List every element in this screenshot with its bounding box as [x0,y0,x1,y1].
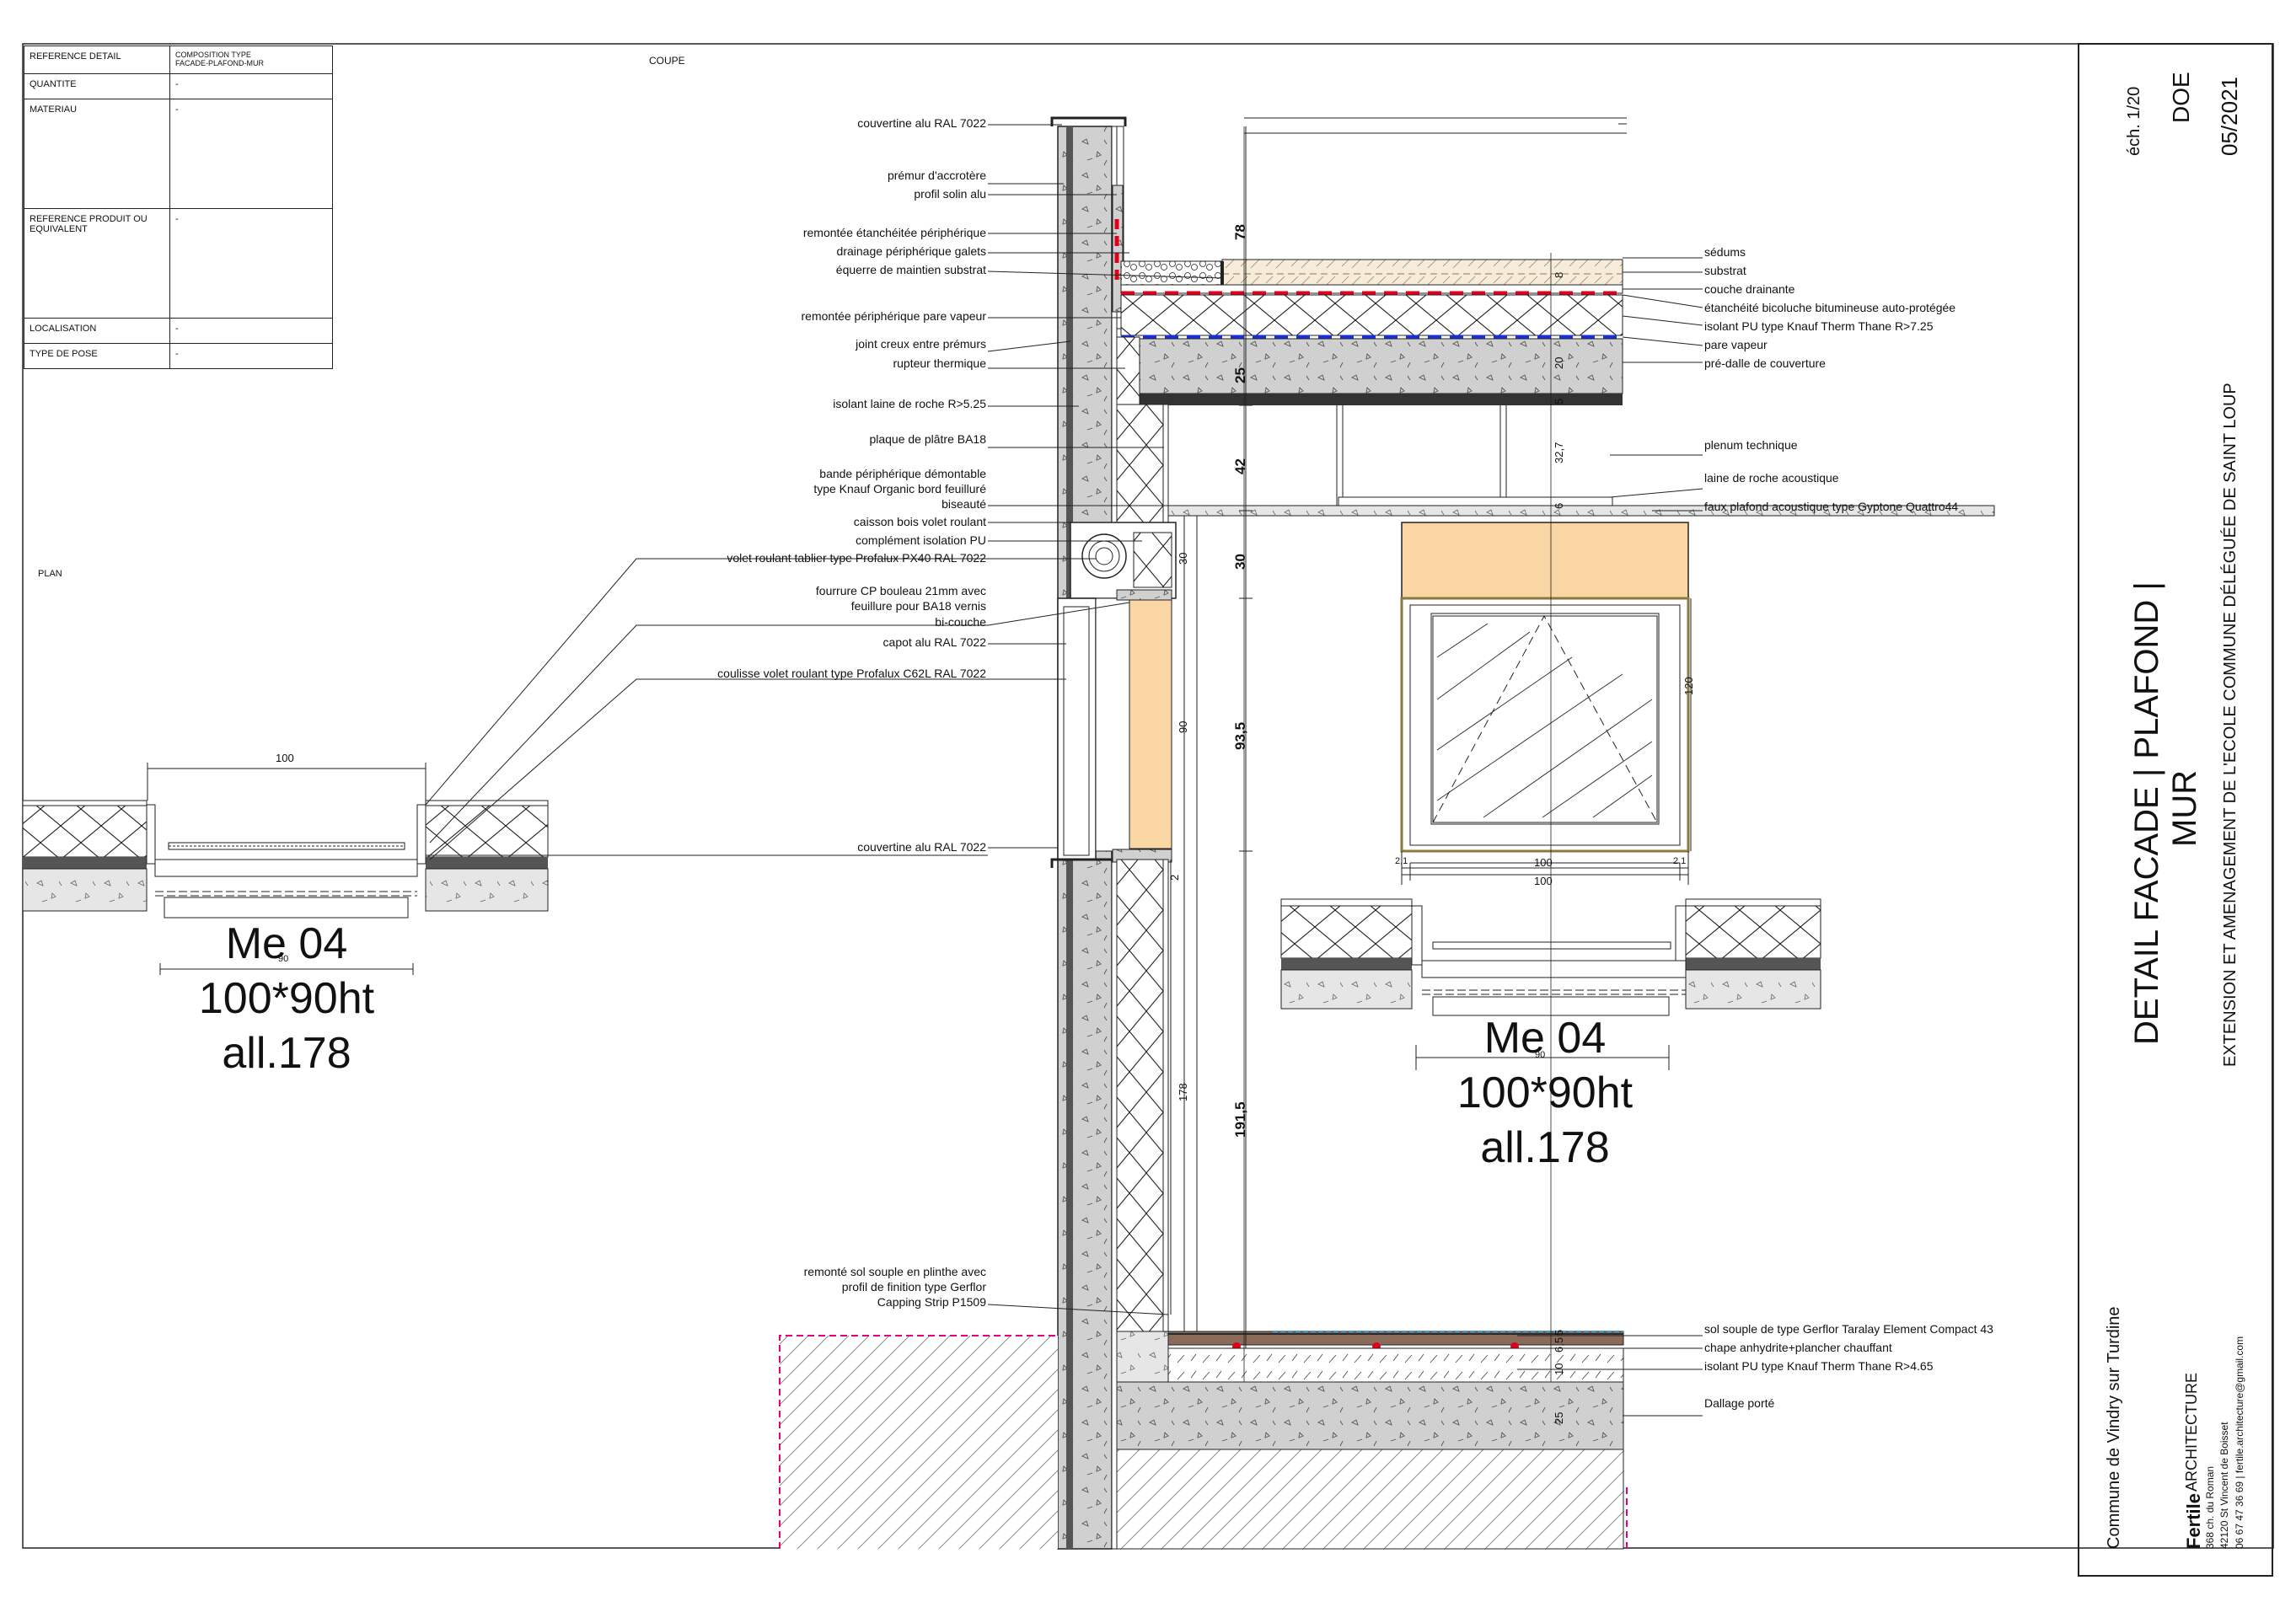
label-pare-vapeur: pare vapeur [1704,338,1768,351]
label-profil-solin: profil solin alu [914,187,986,201]
label-remontee-etancheite: remontée étanchéitée périphérique [802,226,986,239]
dim-elev-2-1a: 2,1 [1395,856,1408,866]
label-plaque-platre: plaque de plâtre BA18 [869,432,986,446]
label-coulisse-volet: coulisse volet roulant type Profalux C62… [717,667,986,680]
cartouche-date: 05/2021 [2217,77,2242,156]
cartouche-client: Commune de Vindry sur Turdine [2105,1306,2123,1549]
cartouche-scale: éch. 1/20 [2125,86,2143,156]
label-complement-pu: complément isolation PU [856,533,986,547]
label-fourrure-bicouche: bi-couche [935,615,986,629]
window-alt: all.178 [1480,1123,1610,1172]
plan-label: PLAN [38,569,62,579]
cartouche-firm-addr2: 42120 St Vincent de Boisset [2218,1422,2230,1549]
cartouche-project: EXTENSION ET AMENAGEMENT DE L'ECOLE COMM… [2221,383,2240,1067]
window-mark-left: Me 04 100*90ht all.178 [160,917,413,1081]
label-fourrure-cp: fourrure CP bouleau 21mm avec [815,584,986,597]
cartouche-firm-contact: 06 67 47 36 69 | fertile.architecture@gm… [2234,1336,2245,1549]
label-etancheite: étanchéité bicoluche bitumineuse auto-pr… [1704,301,1956,314]
label-couche-drainante: couche drainante [1704,282,1795,296]
dim-6: 6 [1553,502,1565,509]
label-dallage: Dallage porté [1704,1396,1775,1410]
dim-elev-100a: 100 [1534,856,1553,869]
label-rupteur: rupteur thermique [893,356,986,370]
window-elevation [1400,522,1692,885]
dim-5: 5 [1553,398,1565,404]
dim-8: 8 [1553,271,1565,278]
dim-42: 42 [1232,458,1248,474]
dim-93-5: 93,5 [1232,721,1248,750]
window-size: 100*90ht [1456,1069,1633,1117]
dim-78: 78 [1232,224,1248,240]
cartouche-phase: DOE [2168,72,2194,123]
dim-25: 25 [1232,367,1248,383]
dim-32-7: 32,7 [1553,442,1565,463]
label-laine-acoustique: laine de roche acoustique [1704,471,1839,485]
window-mark-right: Me 04 100*90ht all.178 [1419,1011,1671,1176]
label-equerre-substrat: équerre de maintien substrat [835,263,986,276]
label-bande-peripherique: bande périphérique démontable [819,467,986,480]
window-ref: Me 04 [225,919,348,968]
label-isolant-laine: isolant laine de roche R>5.25 [833,397,986,410]
label-drainage-galets: drainage périphérique galets [836,244,986,258]
label-substrat: substrat [1704,264,1746,277]
label-faux-plafond: faux plafond acoustique type Gyptone Qua… [1704,500,1959,513]
cartouche-title-1: DETAIL FACADE | PLAFOND | [2128,581,2165,1045]
label-joint-creux: joint creux entre prémurs [856,337,986,351]
dim-6-5: 6,5 [1553,1336,1565,1352]
dim-90-small: 90 [1177,720,1189,733]
label-isolant-pu-floor: isolant PU type Knauf Therm Thane R>4.65 [1704,1359,1934,1373]
cartouche-title-2: MUR [2166,769,2203,847]
dim-elev-100b: 100 [1534,875,1553,887]
label-bande-knauf: type Knauf Organic bord feuilluré [813,482,986,495]
label-profil-gerflor: profil de finition type Gerflor [841,1280,986,1294]
coupe-label: COUPE [649,55,685,67]
label-caisson-bois: caisson bois volet roulant [853,515,986,528]
label-premur: prémur d'accrotère [887,169,986,182]
dim-120: 120 [1682,677,1695,695]
label-sedums: sédums [1704,245,1746,259]
window-size: 100*90ht [198,974,375,1023]
label-capping-strip: Capping Strip P1509 [877,1295,986,1309]
dim-20: 20 [1553,356,1565,369]
section-drawing [22,43,2274,1577]
dim-5-floor: 5 [1553,1329,1565,1336]
label-capot-alu: capot alu RAL 7022 [882,635,986,649]
label-pre-dalle: pré-dalle de couverture [1704,356,1826,370]
dim-178-small: 178 [1177,1083,1189,1101]
label-chape: chape anhydrite+plancher chauffant [1704,1341,1892,1354]
dim-30: 30 [1232,554,1248,570]
dim-elev-2-1b: 2,1 [1673,856,1687,866]
label-remontee-pare-vapeur: remontée périphérique pare vapeur [801,309,986,323]
label-volet-tablier: volet roulant tablier type Profalux PX40… [727,551,986,565]
label-remonte-sol: remonté sol souple en plinthe avec [803,1265,986,1278]
cartouche-firm-name: Fertile [2183,1492,2204,1549]
label-isolant-pu-roof: isolant PU type Knauf Therm Thane R>7.25 [1704,319,1934,333]
dim-30-small: 30 [1177,552,1189,565]
label-plenum: plenum technique [1704,438,1798,452]
window-alt: all.178 [222,1029,351,1078]
cartouche-firm-type: ARCHITECTURE [2183,1372,2200,1492]
dim-10: 10 [1553,1363,1565,1375]
label-couvertine-bottom: couvertine alu RAL 7022 [857,840,986,854]
cartouche-firm-addr1: 368 ch. du Roman [2204,1465,2216,1549]
label-sol-souple: sol souple de type Gerflor Taralay Eleme… [1704,1322,1993,1336]
dim-25-floor: 25 [1553,1411,1565,1424]
dim-2: 2 [1168,874,1181,881]
window-ref: Me 04 [1483,1014,1607,1063]
label-bande-biseaute: biseauté [941,497,986,511]
label-couvertine-top: couvertine alu RAL 7022 [857,116,986,130]
label-fourrure-feuillure: feuillure pour BA18 vernis [850,599,986,613]
dim-plan-100: 100 [276,752,294,764]
dim-191-5: 191,5 [1232,1101,1248,1138]
